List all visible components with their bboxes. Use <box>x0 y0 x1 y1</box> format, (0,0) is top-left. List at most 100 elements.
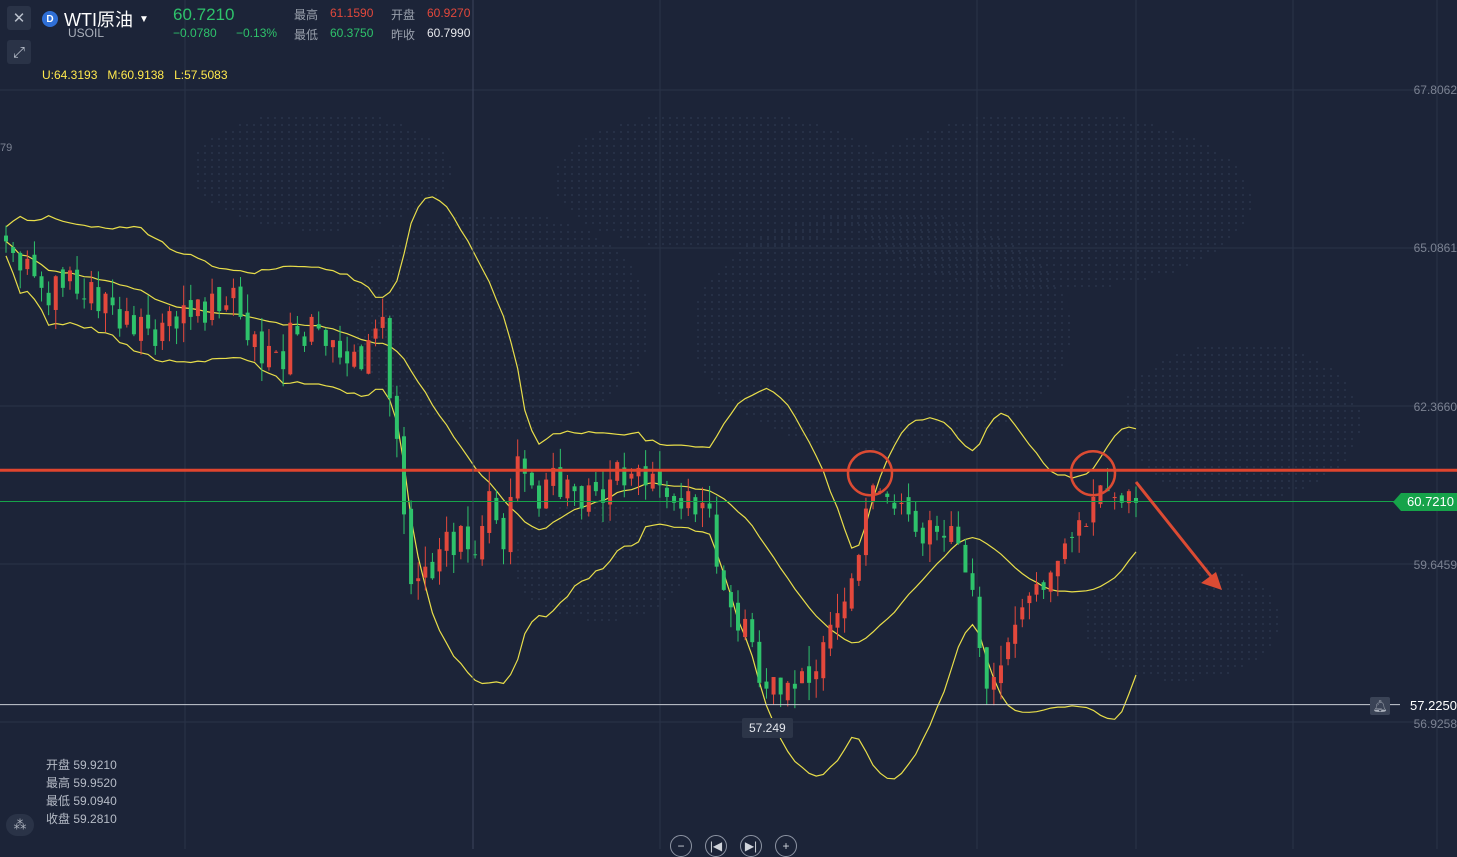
zoom-in-button[interactable]: + <box>775 835 797 857</box>
low-value: 60.3750 <box>330 26 374 40</box>
candle-body <box>927 520 932 545</box>
y-tick-label: 62.3660 <box>1413 400 1457 414</box>
candle-body <box>82 298 87 300</box>
candle-body <box>1084 526 1089 528</box>
candle-body <box>906 497 911 515</box>
candle-body <box>423 566 428 578</box>
candle-body <box>89 282 94 304</box>
candle-body <box>515 456 520 499</box>
scroll-start-button[interactable]: |◀ <box>705 835 727 857</box>
expand-arrows-icon[interactable]: ⤢ <box>7 40 31 64</box>
candle-body <box>437 549 442 572</box>
candle-body <box>338 340 343 358</box>
candle-body <box>25 258 30 270</box>
high-value: 61.1590 <box>330 6 374 20</box>
indicator-icon[interactable]: ⁂ <box>6 814 34 836</box>
candle-body <box>430 561 435 579</box>
candle-body <box>1112 496 1117 499</box>
bollinger-legend: U:64.3193 M:60.9138 L:57.5083 <box>42 68 238 82</box>
candle-body <box>146 314 151 329</box>
candle-body <box>380 316 385 328</box>
candle-body <box>650 473 655 489</box>
candle-body <box>856 555 861 581</box>
bollinger-middle-line <box>5 240 1137 644</box>
bollinger-upper-line <box>5 196 1137 549</box>
candlestick-chart[interactable] <box>0 0 1457 849</box>
candle-body <box>160 322 165 342</box>
candle-body <box>828 624 833 649</box>
candle-body <box>359 346 364 370</box>
price-change-pct: −0.13% <box>236 26 278 40</box>
candle-body <box>465 526 470 550</box>
candle-body <box>508 496 513 553</box>
candle-body <box>444 531 449 551</box>
candle-body <box>750 619 755 643</box>
candle-body <box>1048 572 1053 592</box>
down-arrow-shaft <box>1134 481 1220 586</box>
candle-body <box>458 526 463 552</box>
candle-body <box>117 309 122 329</box>
candle-body <box>913 510 918 532</box>
candle-body <box>153 329 158 346</box>
candle-body <box>1077 520 1082 536</box>
candle-body <box>202 301 207 323</box>
candle-body <box>501 517 506 550</box>
candle-body <box>139 316 144 341</box>
candle-body <box>764 681 769 689</box>
prev-close-label: 昨收 <box>391 28 416 42</box>
candle-body <box>110 297 115 306</box>
bell-icon[interactable]: 🔔︎ <box>1370 697 1390 715</box>
open-label: 开盘 <box>391 8 416 22</box>
world-map-watermark <box>197 117 1360 681</box>
candle-body <box>195 299 200 317</box>
candle-body <box>814 671 819 680</box>
candle-body <box>920 527 925 544</box>
candle-body <box>75 269 80 294</box>
candle-body <box>473 554 478 556</box>
candle-body <box>792 683 797 689</box>
candle-body <box>608 479 613 505</box>
candle-body <box>835 613 840 628</box>
candle-body <box>32 254 37 277</box>
candle-body <box>96 287 101 312</box>
zoom-out-button[interactable]: − <box>670 835 692 857</box>
candle-body <box>302 336 307 346</box>
candle-body <box>394 395 399 439</box>
candle-body <box>373 328 378 339</box>
candle-body <box>721 570 726 590</box>
candle-body <box>1070 536 1075 538</box>
candle-body <box>1020 607 1025 620</box>
candle-body <box>131 315 136 335</box>
chart-stage[interactable]: ✕ ⤢ D WTI原油 ▼ USOIL 60.7210 −0.0780 −0.1… <box>0 0 1457 857</box>
candle-body <box>892 502 897 509</box>
candle-body <box>330 340 335 348</box>
low-label: 最低 <box>294 28 319 42</box>
candle-body <box>686 491 691 509</box>
candle-body <box>579 486 584 509</box>
last-price: 60.7210 <box>173 5 235 24</box>
candle-body <box>693 497 698 515</box>
prev-close-value: 60.7990 <box>427 26 471 40</box>
candle-body <box>991 677 996 690</box>
bollinger-lower: L:57.5083 <box>174 68 228 82</box>
candle-body <box>1013 624 1018 644</box>
candle-body <box>288 322 293 375</box>
candle-body <box>586 485 591 512</box>
resistance-touch-circle <box>846 449 894 497</box>
candle-body <box>679 498 684 509</box>
candle-body <box>1055 560 1060 577</box>
candle-body <box>949 526 954 542</box>
scroll-end-button[interactable]: ▶| <box>740 835 762 857</box>
candle-body <box>53 276 58 310</box>
left-axis-fragment: 79 <box>0 142 13 154</box>
candle-body <box>309 316 314 342</box>
candle-body <box>274 351 279 353</box>
candle-body <box>39 276 44 288</box>
candle-body <box>1006 642 1011 660</box>
candle-body <box>67 270 72 282</box>
candle-body <box>785 682 790 701</box>
candle-body <box>181 305 186 324</box>
close-icon[interactable]: ✕ <box>7 6 31 30</box>
candle-body <box>231 287 236 299</box>
candle-body <box>174 316 179 329</box>
